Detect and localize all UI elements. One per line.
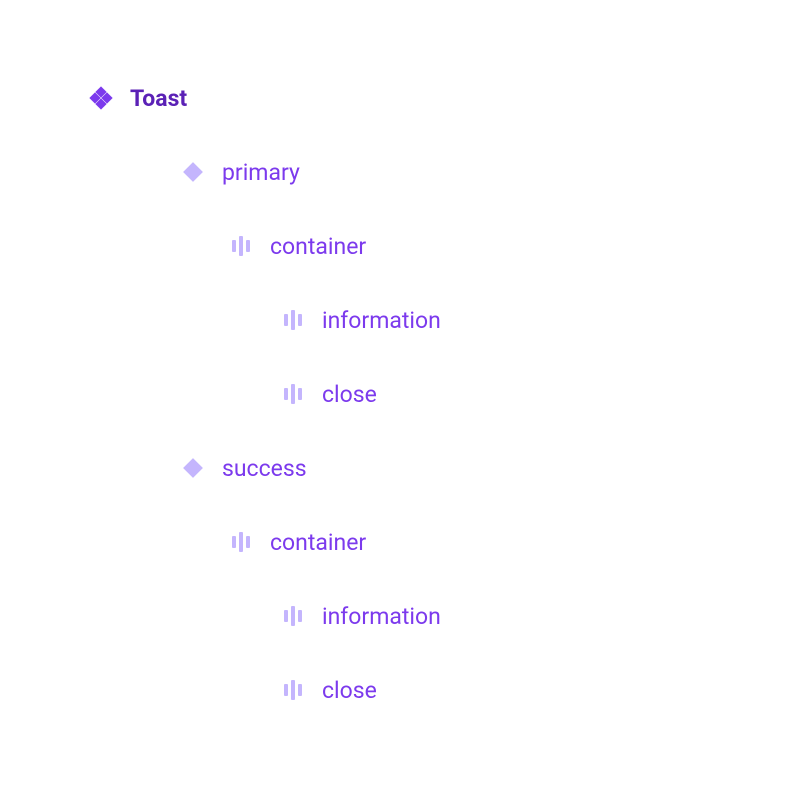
layer-tree: Toast primary container information clos…: [90, 78, 710, 744]
tree-item-information[interactable]: information: [282, 596, 710, 636]
tree-item-close[interactable]: close: [282, 670, 710, 710]
frame-icon: [282, 605, 304, 627]
tree-item-label: Toast: [130, 85, 187, 112]
tree-item-label: information: [322, 307, 441, 334]
tree-item-container[interactable]: container: [230, 226, 710, 266]
tree-item-container[interactable]: container: [230, 522, 710, 562]
tree-item-label: container: [270, 529, 366, 556]
variant-icon: [182, 457, 204, 479]
tree-item-label: container: [270, 233, 366, 260]
tree-item-variant-primary[interactable]: primary: [182, 152, 710, 192]
tree-item-label: success: [222, 455, 307, 482]
variant-icon: [182, 161, 204, 183]
tree-item-variant-success[interactable]: success: [182, 448, 710, 488]
tree-item-label: close: [322, 677, 377, 704]
frame-icon: [282, 679, 304, 701]
component-set-icon: [90, 87, 112, 109]
tree-item-information[interactable]: information: [282, 300, 710, 340]
tree-item-label: information: [322, 603, 441, 630]
tree-item-label: primary: [222, 159, 300, 186]
frame-icon: [230, 531, 252, 553]
frame-icon: [282, 309, 304, 331]
frame-icon: [282, 383, 304, 405]
tree-item-close[interactable]: close: [282, 374, 710, 414]
tree-item-label: close: [322, 381, 377, 408]
tree-item-toast[interactable]: Toast: [90, 78, 710, 118]
frame-icon: [230, 235, 252, 257]
